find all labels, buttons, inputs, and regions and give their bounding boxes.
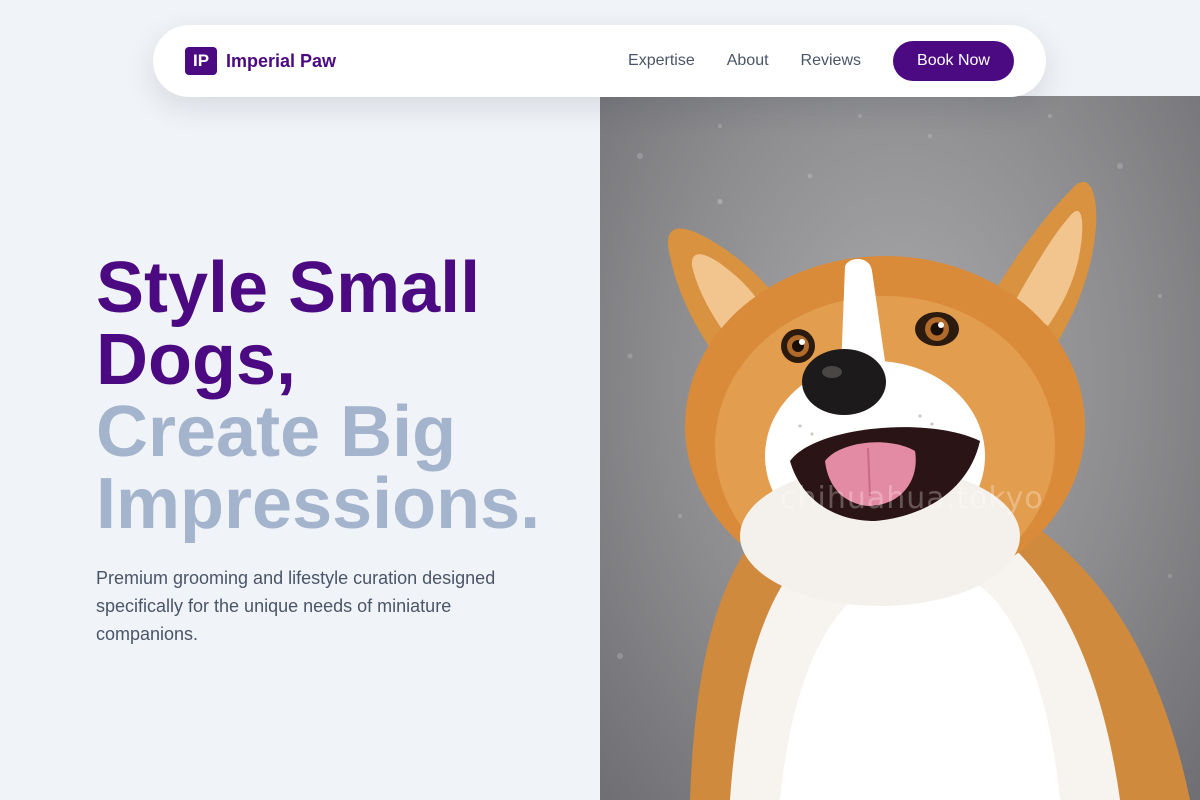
headline-line-3: Create Big: [96, 392, 457, 472]
nav-link-about[interactable]: About: [727, 52, 769, 70]
corgi-illustration: [617, 114, 1190, 800]
brand-name: Imperial Paw: [226, 50, 337, 71]
logo-mark: IP: [185, 47, 217, 75]
nav-link-expertise[interactable]: Expertise: [628, 52, 695, 70]
nav-links: Expertise About Reviews Book Now: [628, 41, 1014, 81]
image-watermark: chihuahua.tokyo: [780, 481, 1044, 516]
headline-line-1: Style Small: [96, 248, 481, 328]
book-now-button[interactable]: Book Now: [893, 41, 1014, 81]
hero-subtext: Premium grooming and lifestyle curation …: [96, 568, 496, 644]
brand-logo-link[interactable]: IP Imperial Paw: [185, 47, 336, 75]
hero-dog-photo: chihuahua.tokyo: [600, 96, 1200, 800]
headline-line-4: Impressions.: [96, 464, 541, 544]
nav-link-reviews[interactable]: Reviews: [801, 52, 861, 70]
hero-headline: Style Small Dogs, Create Big Impressions…: [96, 252, 596, 540]
headline-line-2: Dogs,: [96, 320, 297, 400]
page: chihuahua.tokyo IP Imperial Paw Expertis…: [0, 0, 1200, 800]
navbar: IP Imperial Paw Expertise About Reviews …: [153, 25, 1046, 97]
